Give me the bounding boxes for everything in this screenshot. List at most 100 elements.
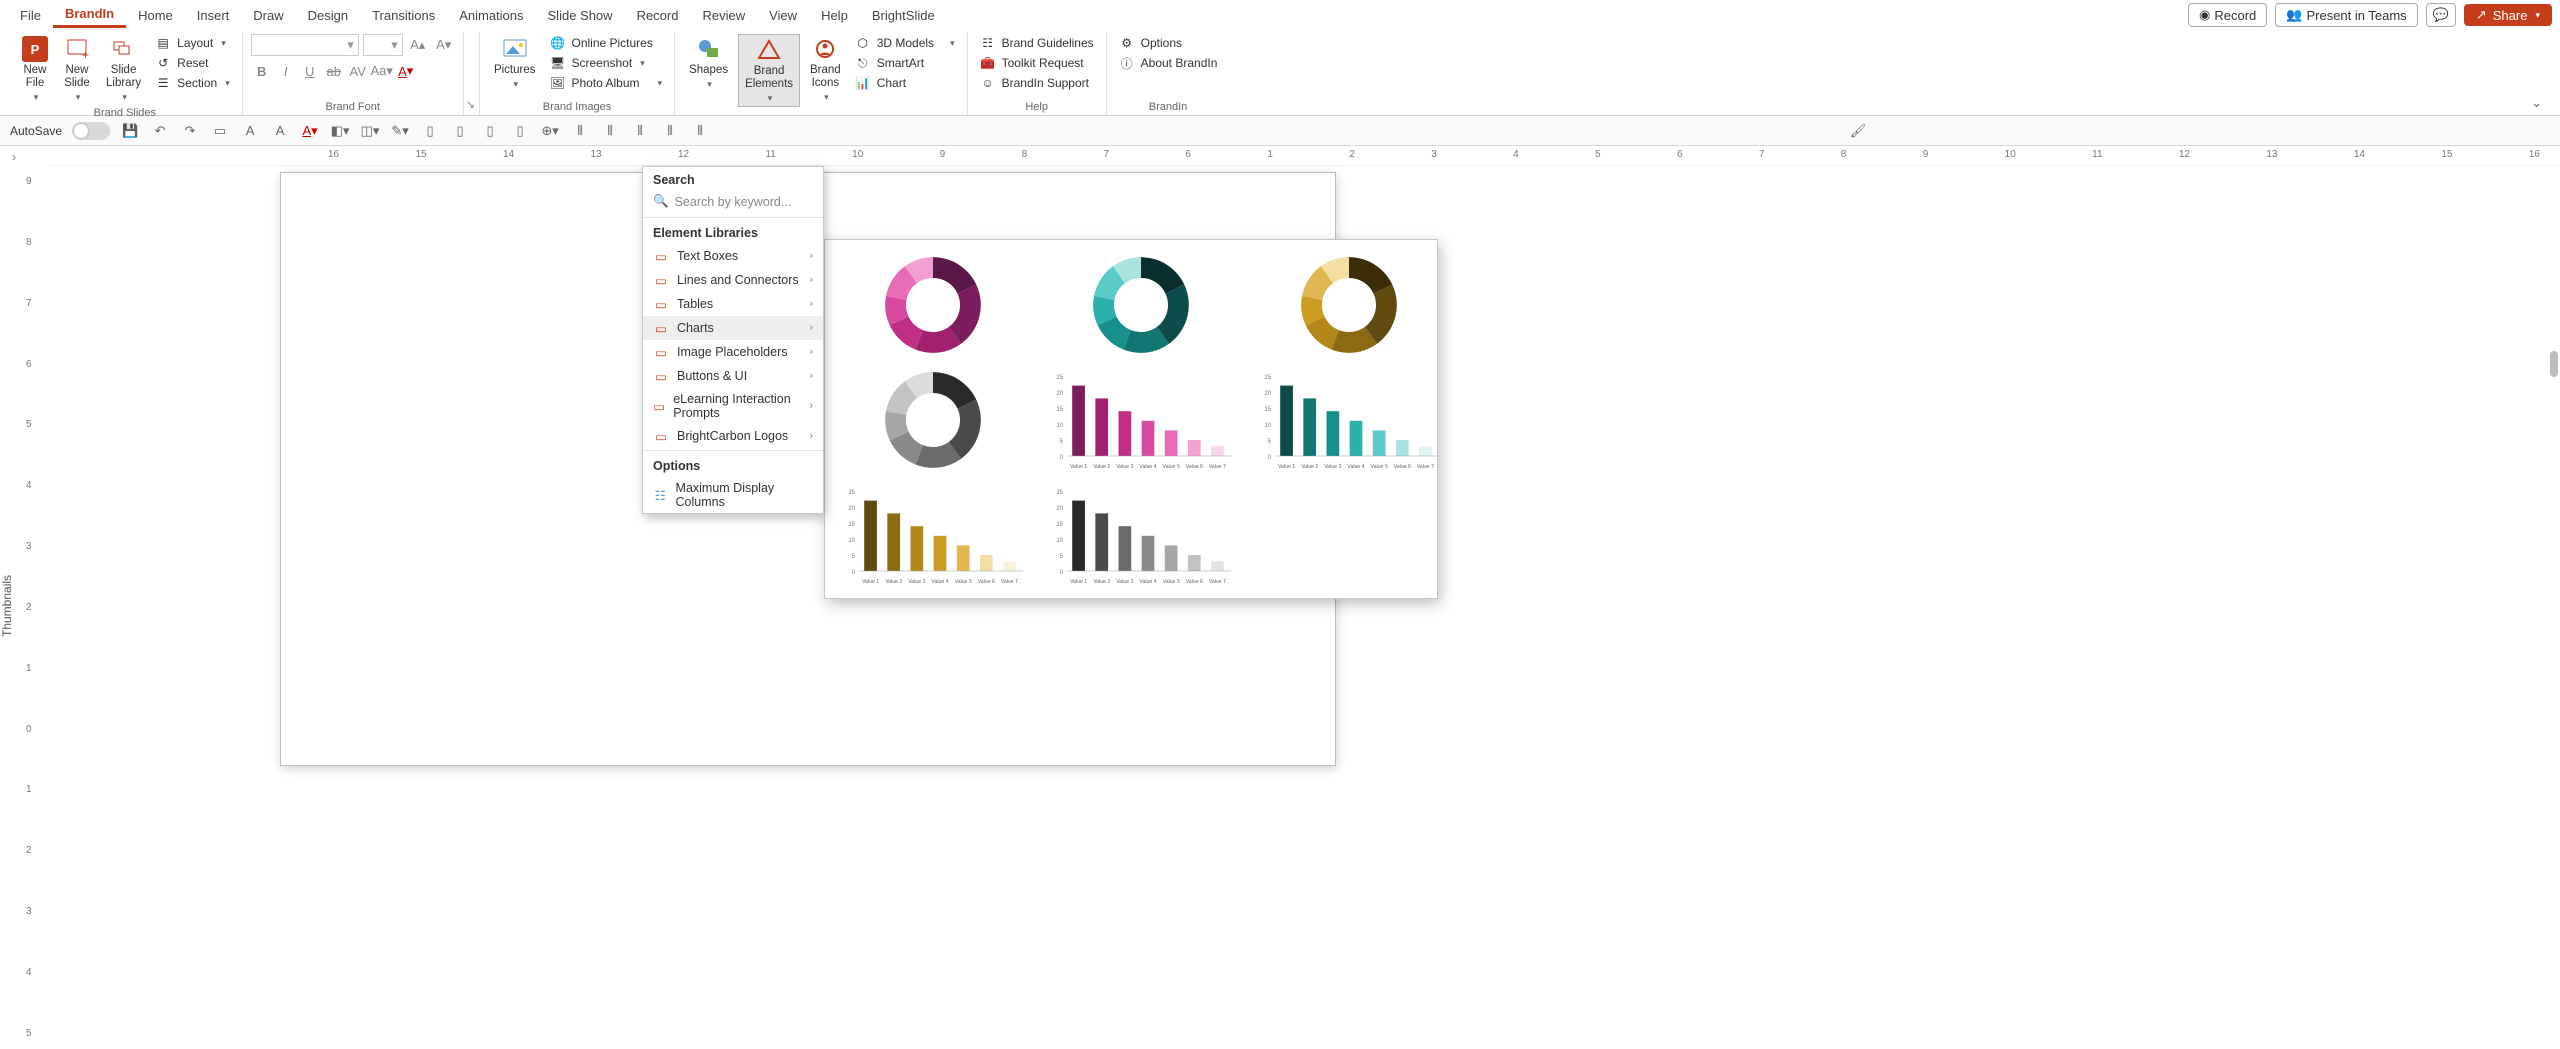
align-5[interactable]: ⊕▾ — [540, 121, 560, 141]
brandin-support-button[interactable]: ☺BrandIn Support — [976, 74, 1098, 92]
chevron-right-icon: › — [809, 400, 813, 412]
dropdown-item-buttons-ui[interactable]: ▭Buttons & UI› — [643, 364, 823, 388]
tab-insert[interactable]: Insert — [185, 4, 242, 27]
record-button[interactable]: ◉Record — [2188, 3, 2267, 27]
screenshot-button[interactable]: 🖥Screenshot▾ — [545, 54, 666, 72]
new-file-button[interactable]: P New File▾ — [16, 34, 54, 105]
horizontal-ruler[interactable]: 1615141312111098761234567891011121314151… — [48, 146, 2560, 166]
toolkit-request-button[interactable]: 🧰Toolkit Request — [976, 54, 1098, 72]
gallery-chart-5[interactable]: 0510152025Value 1Value 2Value 3Value 4Va… — [1257, 367, 1441, 474]
format-painter-button[interactable]: A — [240, 121, 260, 141]
tab-brightslide[interactable]: BrightSlide — [860, 4, 947, 27]
autosave-toggle[interactable] — [72, 122, 110, 140]
redo-button[interactable]: ↷ — [180, 121, 200, 141]
thumbnails-panel-label[interactable]: Thumbnails — [0, 166, 20, 1049]
tab-view[interactable]: View — [757, 4, 809, 27]
dropdown-item-elearning-interaction-prompts[interactable]: ▭eLearning Interaction Prompts› — [643, 388, 823, 424]
brand-icons-button[interactable]: Brand Icons▾ — [804, 34, 847, 105]
align-3[interactable]: ▯ — [480, 121, 500, 141]
options-button[interactable]: ⚙Options — [1115, 34, 1222, 52]
new-slide-button[interactable]: + New Slide▾ — [58, 34, 96, 105]
dropdown-item-brightcarbon-logos[interactable]: ▭BrightCarbon Logos› — [643, 424, 823, 448]
italic-button[interactable]: I — [275, 60, 297, 82]
gallery-chart-3[interactable] — [841, 367, 1025, 474]
font-size-combo[interactable]: ▾ — [363, 34, 403, 56]
highlight-qat[interactable]: ✎▾ — [390, 121, 410, 141]
3d-models-button[interactable]: ⬡3D Models▾ — [851, 34, 959, 52]
tab-animations[interactable]: Animations — [447, 4, 535, 27]
slideshow-start-button[interactable]: ▭ — [210, 121, 230, 141]
online-pictures-button[interactable]: 🌐Online Pictures — [545, 34, 666, 52]
bold-button[interactable]: B — [251, 60, 273, 82]
svg-text:10: 10 — [1056, 538, 1063, 544]
tab-help[interactable]: Help — [809, 4, 860, 27]
reset-button[interactable]: ↺Reset — [151, 54, 234, 72]
align-10[interactable]: ⫴ — [690, 121, 710, 141]
dropdown-max-columns[interactable]: ☷ Maximum Display Columns — [643, 477, 823, 513]
shapes-button[interactable]: Shapes▾ — [683, 34, 734, 92]
font-dialog-launcher-icon[interactable]: ↘ — [466, 98, 475, 111]
align-8[interactable]: ⫴ — [630, 121, 650, 141]
underline-button[interactable]: U — [299, 60, 321, 82]
about-brandin-button[interactable]: ⓘAbout BrandIn — [1115, 54, 1222, 72]
tab-home[interactable]: Home — [126, 4, 185, 27]
vertical-ruler[interactable]: 987654321012345 — [20, 166, 48, 1049]
shape-fill-qat[interactable]: ◧▾ — [330, 121, 350, 141]
chart-button[interactable]: 📊Chart — [851, 74, 959, 92]
strike-button[interactable]: ab — [323, 60, 345, 82]
gallery-chart-2[interactable] — [1257, 252, 1441, 359]
gallery-chart-7[interactable]: 0510152025Value 1Value 2Value 3Value 4Va… — [1049, 481, 1233, 588]
align-9[interactable]: ⫴ — [660, 121, 680, 141]
dropdown-search-input[interactable]: 🔍 Search by keyword... — [643, 191, 823, 215]
thumbnails-expand-button[interactable]: › — [0, 146, 28, 166]
font-name-combo[interactable]: ▾ — [251, 34, 359, 56]
svg-text:Value 3: Value 3 — [1116, 579, 1133, 585]
gallery-chart-6[interactable]: 0510152025Value 1Value 2Value 3Value 4Va… — [841, 481, 1025, 588]
tab-draw[interactable]: Draw — [241, 4, 295, 27]
gallery-chart-4[interactable]: 0510152025Value 1Value 2Value 3Value 4Va… — [1049, 367, 1233, 474]
undo-button[interactable]: ↶ — [150, 121, 170, 141]
tab-review[interactable]: Review — [690, 4, 757, 27]
gallery-chart-1[interactable] — [1049, 252, 1233, 359]
dropdown-item-image-placeholders[interactable]: ▭Image Placeholders› — [643, 340, 823, 364]
font-color-button[interactable]: A▾ — [395, 60, 417, 82]
align-2[interactable]: ▯ — [450, 121, 470, 141]
shape-outline-qat[interactable]: ◫▾ — [360, 121, 380, 141]
section-button[interactable]: ☰Section▾ — [151, 74, 234, 92]
vertical-scrollbar[interactable] — [2550, 351, 2558, 377]
align-6[interactable]: ⫴ — [570, 121, 590, 141]
brand-elements-button[interactable]: Brand Elements▾ — [738, 34, 800, 107]
photo-album-button[interactable]: 🖼Photo Album▾ — [545, 74, 666, 92]
align-1[interactable]: ▯ — [420, 121, 440, 141]
tab-record[interactable]: Record — [625, 4, 691, 27]
layout-button[interactable]: ▤Layout▾ — [151, 34, 234, 52]
font-color-qat[interactable]: A▾ — [300, 121, 320, 141]
slide-library-button[interactable]: Slide Library▾ — [100, 34, 147, 105]
gallery-chart-0[interactable] — [841, 252, 1025, 359]
dropdown-item-lines-and-connectors[interactable]: ▭Lines and Connectors› — [643, 268, 823, 292]
tab-brandin[interactable]: BrandIn — [53, 2, 126, 28]
save-button[interactable]: 💾 — [120, 121, 140, 141]
increase-font-button[interactable]: A▴ — [407, 34, 429, 56]
tab-file[interactable]: File — [8, 4, 53, 27]
brand-guidelines-button[interactable]: ☷Brand Guidelines — [976, 34, 1098, 52]
dropdown-item-tables[interactable]: ▭Tables› — [643, 292, 823, 316]
clear-format-button[interactable]: 🖌 — [1848, 121, 1868, 141]
pictures-button[interactable]: Pictures▾ — [488, 34, 542, 92]
tab-transitions[interactable]: Transitions — [360, 4, 447, 27]
tab-design[interactable]: Design — [296, 4, 360, 27]
tab-slideshow[interactable]: Slide Show — [536, 4, 625, 27]
align-7[interactable]: ⫴ — [600, 121, 620, 141]
decrease-font-button[interactable]: A▾ — [433, 34, 455, 56]
align-4[interactable]: ▯ — [510, 121, 530, 141]
shadow-button[interactable]: AV — [347, 60, 369, 82]
qat-btn-1[interactable]: A — [270, 121, 290, 141]
spacing-button[interactable]: Aa▾ — [371, 60, 393, 82]
present-teams-button[interactable]: 👥Present in Teams — [2275, 3, 2417, 27]
smartart-button[interactable]: ⎋SmartArt — [851, 54, 959, 72]
dropdown-item-charts[interactable]: ▭Charts› — [643, 316, 823, 340]
dropdown-item-text-boxes[interactable]: ▭Text Boxes› — [643, 244, 823, 268]
ribbon-collapse-button[interactable]: ⌄ — [2521, 32, 2552, 115]
share-button[interactable]: ↗Share▾ — [2464, 4, 2552, 26]
comments-button[interactable]: 💬 — [2426, 3, 2456, 27]
